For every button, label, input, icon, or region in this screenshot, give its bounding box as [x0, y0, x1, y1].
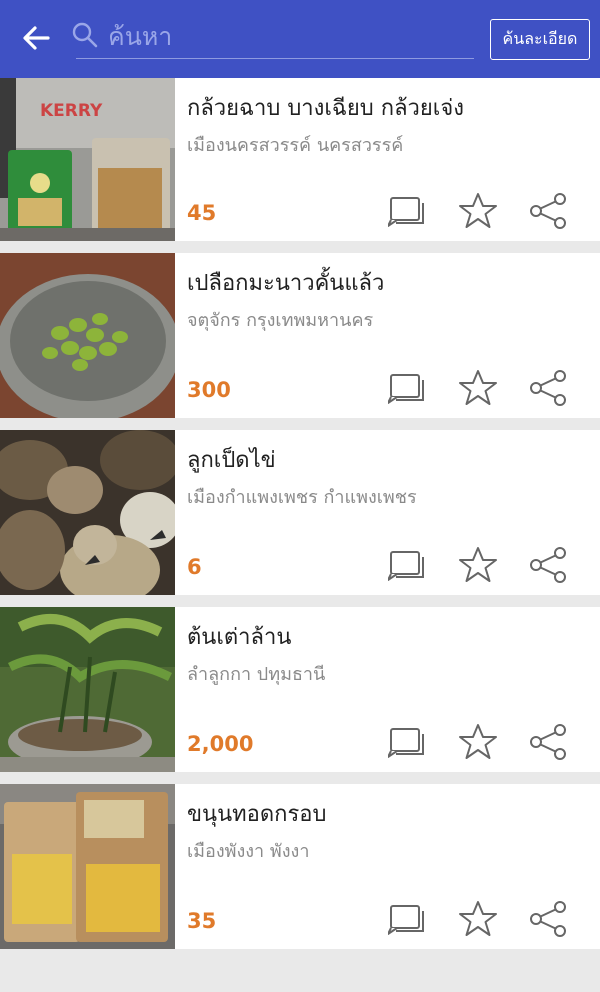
search-icon	[72, 22, 98, 48]
product-image[interactable]: KERRY	[0, 78, 175, 241]
share-button[interactable]	[528, 722, 568, 762]
product-location: เมืองกำแพงเพชร กำแพงเพชร	[187, 487, 417, 508]
product-list: KERRY กล้วยฉาบ บางเฉียบ กล้วยเจ่ง เมืองน…	[0, 78, 600, 961]
product-card[interactable]: เปลือกมะนาวคั้นแล้ว จตุจักร กรุงเทพมหานค…	[0, 253, 600, 418]
product-image[interactable]	[0, 253, 175, 418]
search-input[interactable]	[106, 16, 470, 56]
comment-icon	[387, 374, 424, 404]
product-image[interactable]	[0, 430, 175, 595]
comment-icon	[387, 905, 424, 935]
back-arrow-icon	[23, 26, 50, 50]
comment-button[interactable]	[387, 545, 428, 585]
product-card[interactable]: KERRY กล้วยฉาบ บางเฉียบ กล้วยเจ่ง เมืองน…	[0, 78, 600, 241]
back-button[interactable]	[18, 20, 54, 56]
product-card[interactable]: ลูกเป็ดไข่ เมืองกำแพงเพชร กำแพงเพชร 6	[0, 430, 600, 595]
share-icon	[530, 370, 566, 406]
comment-icon	[387, 197, 424, 227]
product-location: ลำลูกกา ปทุมธานี	[187, 664, 326, 685]
share-button[interactable]	[528, 191, 568, 231]
favorite-button[interactable]	[458, 191, 498, 231]
share-button[interactable]	[528, 899, 568, 939]
product-price: 35	[187, 909, 217, 933]
product-title[interactable]: เปลือกมะนาวคั้นแล้ว	[187, 265, 384, 300]
plant-pot-photo	[0, 607, 175, 772]
share-button[interactable]	[528, 368, 568, 408]
favorite-button[interactable]	[458, 368, 498, 408]
product-location: เมืองนครสวรรค์ นครสวรรค์	[187, 135, 404, 156]
star-icon	[459, 193, 497, 228]
jackfruit-chips-photo	[0, 784, 175, 949]
comment-button[interactable]	[387, 899, 428, 939]
share-icon	[530, 547, 566, 583]
search-bar	[72, 14, 474, 59]
advanced-search-button[interactable]: ค้นละเอียด	[490, 19, 590, 60]
star-icon	[459, 370, 497, 405]
product-location: เมืองพังงา พังงา	[187, 841, 310, 862]
product-price: 300	[187, 378, 231, 402]
ducklings-photo	[0, 430, 175, 595]
share-icon	[530, 724, 566, 760]
product-price: 45	[187, 201, 217, 225]
product-price: 6	[187, 555, 202, 579]
share-icon	[530, 193, 566, 229]
banana-chips-bags-photo: KERRY	[0, 78, 175, 241]
product-title[interactable]: กล้วยฉาบ บางเฉียบ กล้วยเจ่ง	[187, 90, 464, 125]
lime-peels-bowl-photo	[0, 253, 175, 418]
comment-button[interactable]	[387, 368, 428, 408]
favorite-button[interactable]	[458, 722, 498, 762]
favorite-button[interactable]	[458, 545, 498, 585]
product-price: 2,000	[187, 732, 254, 756]
comment-button[interactable]	[387, 722, 428, 762]
comment-icon	[387, 551, 424, 581]
product-image[interactable]	[0, 784, 175, 949]
star-icon	[459, 724, 497, 759]
svg-text:KERRY: KERRY	[40, 101, 103, 121]
product-card[interactable]: ต้นเต่าล้าน ลำลูกกา ปทุมธานี 2,000	[0, 607, 600, 772]
product-title[interactable]: ขนุนทอดกรอบ	[187, 796, 326, 831]
favorite-button[interactable]	[458, 899, 498, 939]
comment-icon	[387, 728, 424, 758]
product-title[interactable]: ต้นเต่าล้าน	[187, 619, 291, 654]
product-card[interactable]: ขนุนทอดกรอบ เมืองพังงา พังงา 35	[0, 784, 600, 949]
share-button[interactable]	[528, 545, 568, 585]
product-location: จตุจักร กรุงเทพมหานคร	[187, 310, 374, 331]
comment-button[interactable]	[387, 191, 428, 231]
top-bar: ค้นละเอียด	[0, 0, 600, 78]
product-image[interactable]	[0, 607, 175, 772]
share-icon	[530, 901, 566, 937]
product-title[interactable]: ลูกเป็ดไข่	[187, 442, 276, 477]
star-icon	[459, 547, 497, 582]
star-icon	[459, 901, 497, 936]
